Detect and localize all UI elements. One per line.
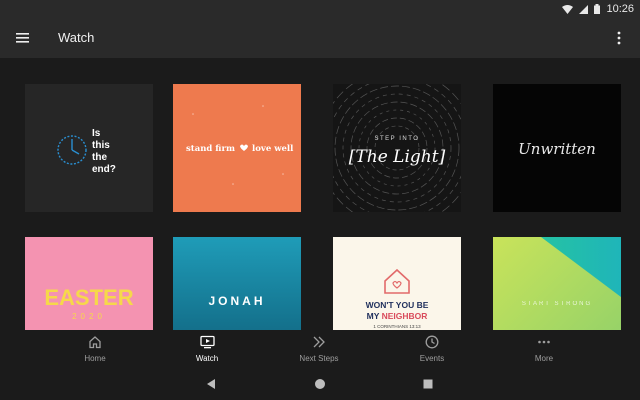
tile-ref: 1 CORINTHIANS 13:13 [373,324,421,329]
signal-icon [579,4,589,14]
nav-label: Next Steps [299,354,339,363]
home-circle-icon[interactable] [313,377,327,391]
nav-label: More [534,354,554,363]
tile-title: EASTER [44,285,133,310]
tile-line2-a: MY [367,311,382,321]
page-title: Watch [58,30,95,45]
play-screen-icon [199,334,215,350]
clock-artwork: Is this the end? [57,128,116,175]
easter-artwork: EASTER 2020 [44,285,133,321]
jonah-artwork: JONAH [173,237,301,330]
heart-icon [240,144,248,151]
nav-item-watch[interactable]: Watch [172,334,242,366]
tile-text-right: love well [252,144,294,154]
series-tile-unwritten[interactable]: Unwritten [493,84,621,212]
house-heart-icon [384,268,410,294]
tile-line2: MY NEIGHBOR [367,311,428,321]
more-dots-icon [536,334,552,350]
tile-line: end? [92,164,116,175]
back-icon[interactable] [204,377,218,391]
neighbor-artwork: WON'T YOU BE MY NEIGHBOR 1 CORINTHIANS 1… [366,268,429,329]
tile-line2-b: NEIGHBOR [382,311,428,321]
battery-icon [594,4,601,14]
wifi-icon [562,4,574,14]
clock-icon [424,334,440,350]
nav-item-events[interactable]: Events [397,334,467,366]
overflow-menu-icon[interactable] [614,30,624,46]
tile-script-text: Unwritten [518,140,596,158]
series-tile-stand-firm-love-well[interactable]: stand firm love well [173,84,301,212]
nav-label: Events [419,354,445,363]
tile-big-text: [The Light] [349,147,446,167]
system-navigation-bar [0,368,640,400]
nav-label: Watch [195,354,219,363]
home-icon [87,334,103,350]
nav-item-more[interactable]: More [509,334,579,366]
tile-line: Is [92,128,101,139]
nav-item-next-steps[interactable]: Next Steps [284,334,354,366]
stand-firm-artwork: stand firm love well [186,105,294,185]
tile-year: 2020 [72,312,106,321]
recents-square-icon[interactable] [421,377,435,391]
tile-line: this [92,140,110,151]
tile-title: START STRONG [522,301,592,307]
series-tile-start-strong[interactable]: START STRONG [493,237,621,330]
tile-line1: WON'T YOU BE [366,300,429,310]
app-bar: Watch [0,18,640,58]
tile-text-left: stand firm [186,144,235,154]
series-tile-step-into-the-light[interactable]: STEP INTO [The Light] [333,84,461,212]
menu-icon[interactable] [16,31,30,45]
bottom-navigation: Home Watch Next Steps Events More [0,330,640,368]
nav-item-home[interactable]: Home [60,334,130,366]
nav-label: Home [84,354,106,363]
series-tile-is-this-the-end[interactable]: Is this the end? [25,84,153,212]
start-strong-artwork: START STRONG [493,237,621,330]
series-tile-easter-2020[interactable]: EASTER 2020 [25,237,153,330]
series-tile-jonah[interactable]: JONAH [173,237,301,330]
status-bar: 10:26 [0,0,640,18]
series-tile-wont-you-be-my-neighbor[interactable]: WON'T YOU BE MY NEIGHBOR 1 CORINTHIANS 1… [333,237,461,330]
tile-line: the [92,152,107,163]
tile-small-text: STEP INTO [375,136,420,142]
series-grid: Is this the end? stand firm love well ST… [0,58,640,330]
double-chevron-icon [311,334,327,350]
light-artwork: STEP INTO [The Light] [333,84,461,212]
unwritten-artwork: Unwritten [518,140,596,158]
status-time: 10:26 [606,3,634,15]
tile-title: JONAH [208,294,265,308]
